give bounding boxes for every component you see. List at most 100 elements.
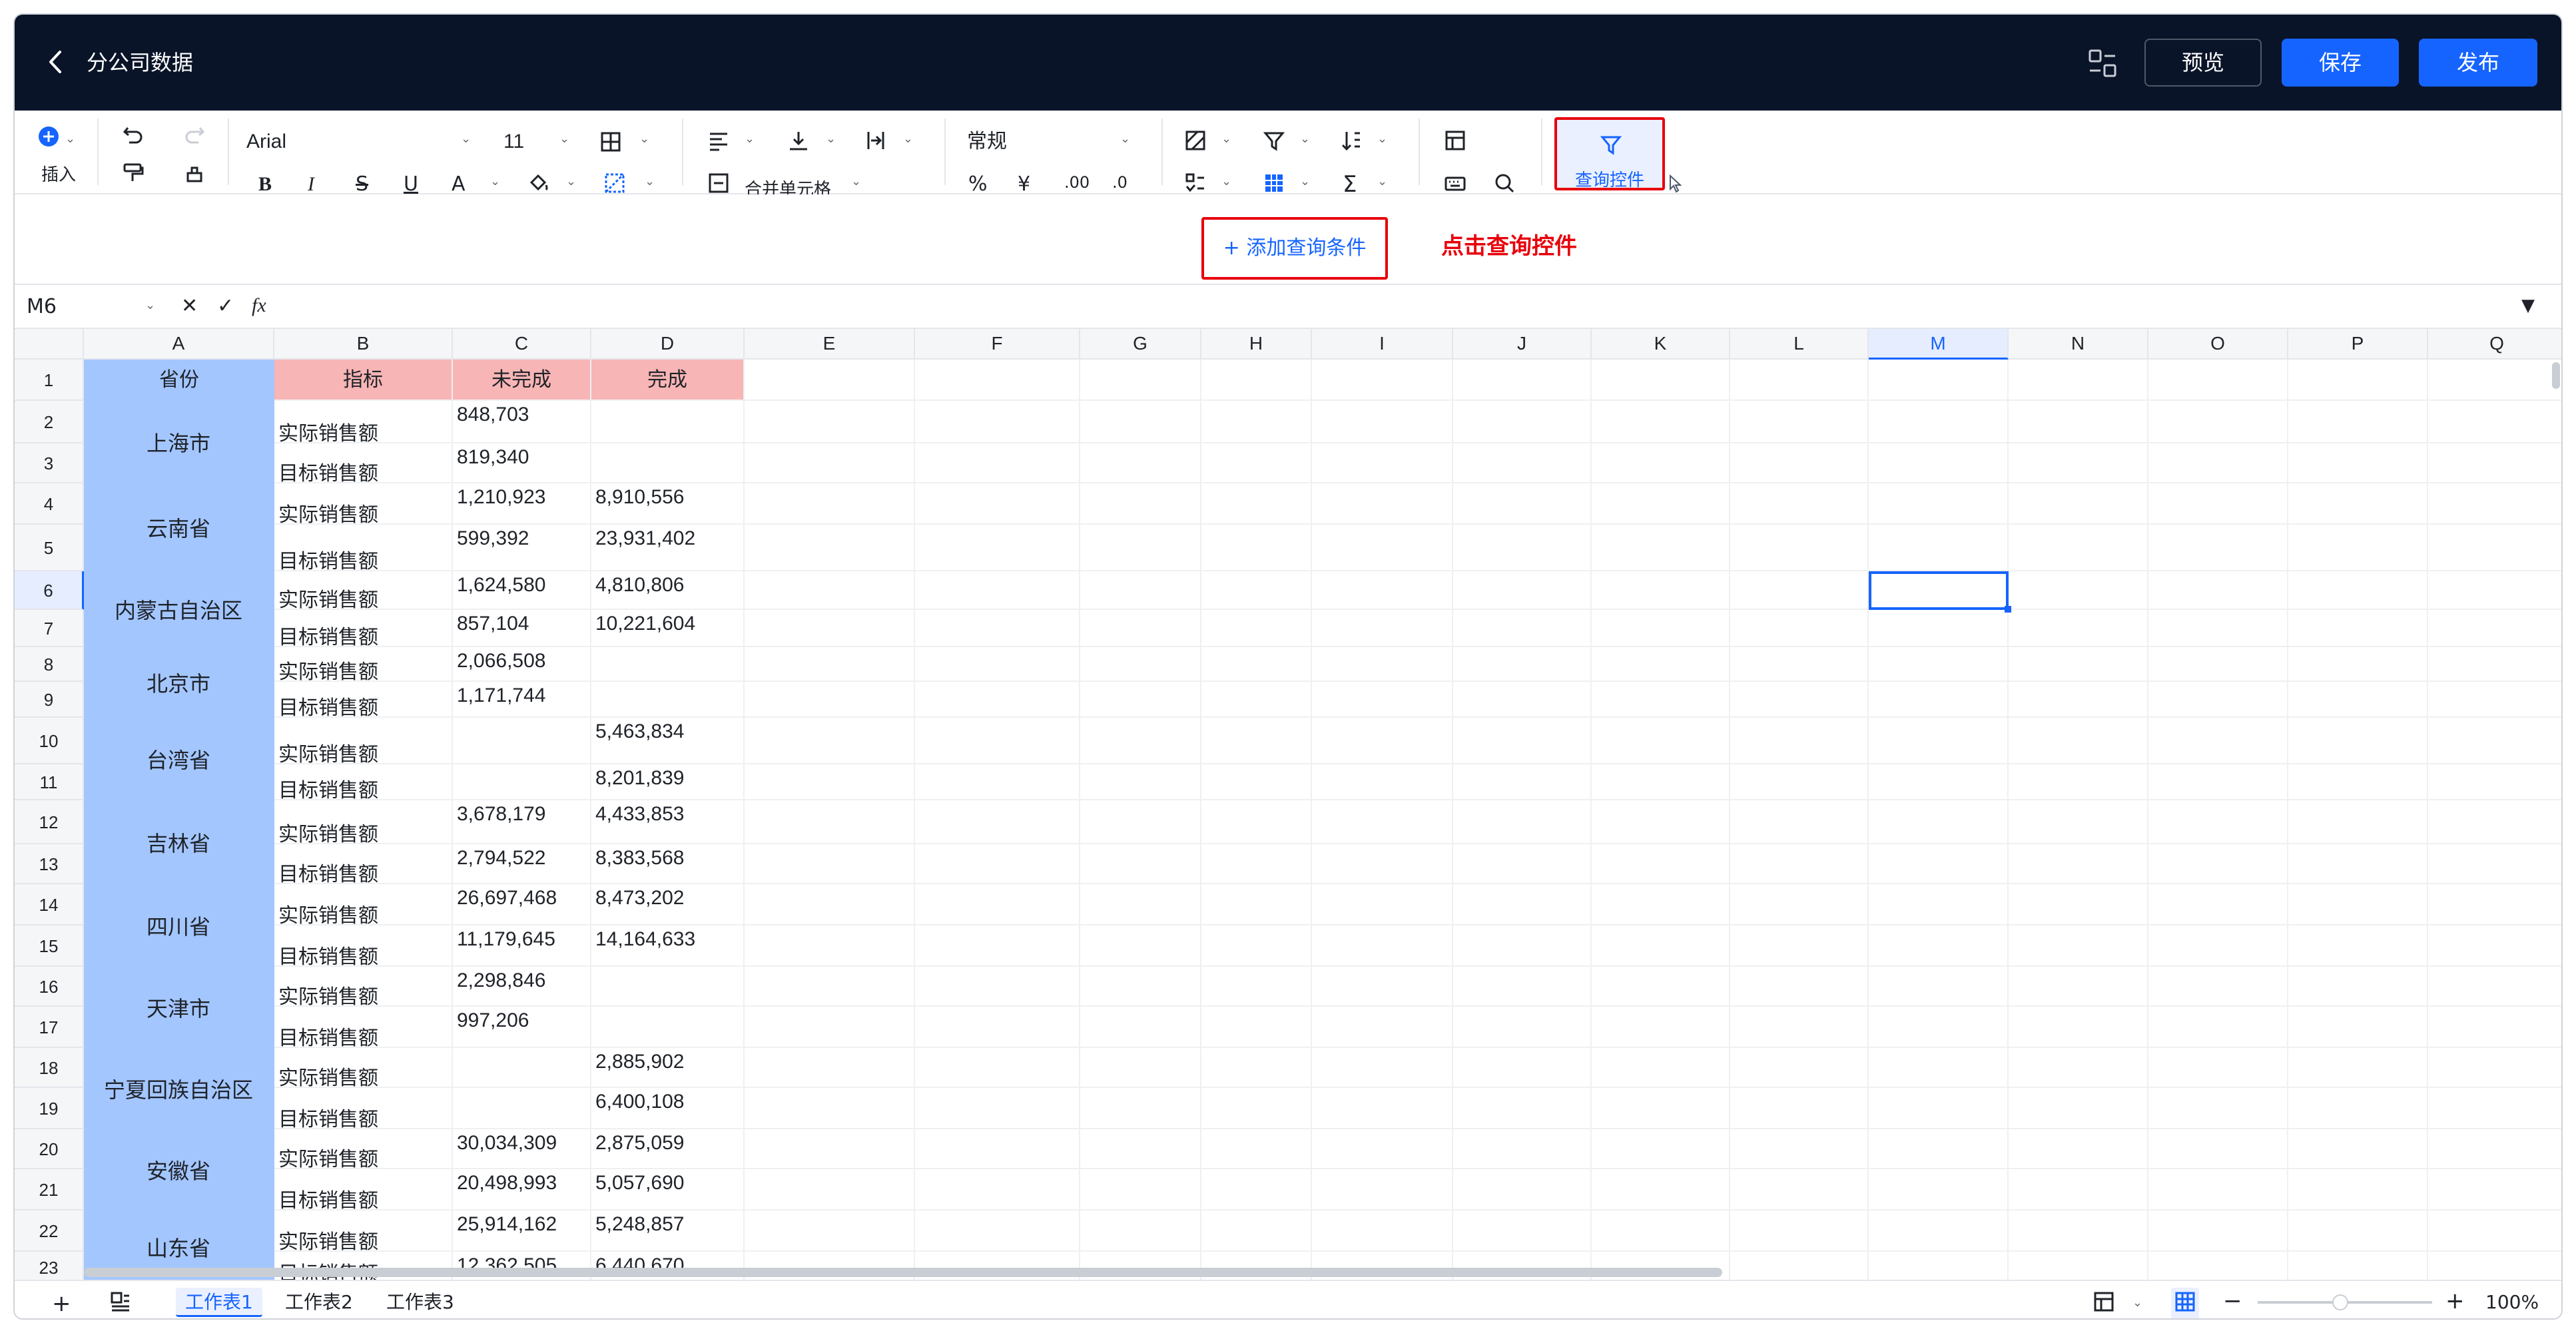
grid-cell[interactable] — [1730, 1169, 1869, 1210]
grid-cell[interactable] — [2288, 401, 2428, 443]
header-cell[interactable]: 未完成 — [453, 360, 591, 401]
grid-cell[interactable] — [1730, 844, 1869, 884]
value-cell[interactable] — [591, 1007, 745, 1048]
province-cell[interactable]: 吉林省 — [84, 800, 274, 884]
grid-cell[interactable] — [2148, 967, 2288, 1007]
grid-cell[interactable] — [915, 647, 1080, 682]
grid-cell[interactable] — [2288, 718, 2428, 764]
grid-cell[interactable] — [2288, 1169, 2428, 1210]
font-name-dropdown-icon[interactable]: ⌄ — [461, 132, 471, 146]
grid-cell[interactable] — [915, 1129, 1080, 1169]
grid-cell[interactable] — [1592, 844, 1730, 884]
metric-cell[interactable]: 目标销售额 — [274, 525, 453, 571]
column-header[interactable]: K — [1592, 329, 1730, 360]
grid-cell[interactable] — [915, 718, 1080, 764]
row-header[interactable]: 4 — [15, 483, 84, 525]
grid-cell[interactable] — [1080, 360, 1201, 401]
merge-cells-icon[interactable] — [707, 172, 730, 194]
table-style-dropdown-icon[interactable]: ⌄ — [1300, 174, 1310, 188]
horizontal-align-dropdown-icon[interactable]: ⌄ — [745, 132, 755, 146]
grid-cell[interactable] — [915, 1048, 1080, 1088]
zoom-in-icon[interactable]: + — [2445, 1288, 2465, 1314]
grid-cell[interactable] — [2009, 360, 2148, 401]
value-cell[interactable]: 1,624,580 — [453, 571, 591, 610]
grid-cell[interactable] — [1453, 884, 1592, 926]
grid-cell[interactable] — [2148, 1048, 2288, 1088]
grid-cell[interactable] — [2428, 483, 2561, 525]
grid-cell[interactable] — [2288, 1007, 2428, 1048]
grid-cell[interactable] — [1730, 926, 1869, 967]
value-cell[interactable]: 2,885,902 — [591, 1048, 745, 1088]
grid-cell[interactable] — [1592, 647, 1730, 682]
grid-cell[interactable] — [1592, 610, 1730, 647]
row-header[interactable]: 23 — [15, 1252, 84, 1280]
row-header[interactable]: 20 — [15, 1129, 84, 1169]
grid-cell[interactable] — [1080, 1048, 1201, 1088]
add-query-condition-button[interactable]: + 添加查询条件 — [1201, 217, 1388, 280]
grid-cell[interactable] — [1730, 764, 1869, 800]
bold-icon[interactable]: B — [258, 174, 272, 194]
grid-cell[interactable] — [745, 360, 915, 401]
grid-cell[interactable] — [1592, 1007, 1730, 1048]
row-header[interactable]: 14 — [15, 884, 84, 926]
grid-cell[interactable] — [2148, 443, 2288, 483]
increase-decimal-icon[interactable]: .00 — [1064, 174, 1090, 190]
layout-switch-icon[interactable] — [2086, 47, 2119, 80]
metric-cell[interactable]: 目标销售额 — [274, 610, 453, 647]
grid-cell[interactable] — [1453, 682, 1592, 718]
value-cell[interactable] — [453, 1088, 591, 1129]
value-cell[interactable]: 8,201,839 — [591, 764, 745, 800]
grid-cell[interactable] — [1869, 647, 2009, 682]
grid-cell[interactable] — [1080, 610, 1201, 647]
data-validation-icon[interactable] — [1184, 172, 1207, 194]
grid-cell[interactable] — [1730, 1048, 1869, 1088]
grid-cell[interactable] — [915, 483, 1080, 525]
grid-cell[interactable] — [2009, 610, 2148, 647]
cell-reference-box[interactable]: M6 — [20, 290, 153, 324]
grid-cell[interactable] — [1869, 844, 2009, 884]
grid-cell[interactable] — [1080, 764, 1201, 800]
value-cell[interactable]: 819,340 — [453, 443, 591, 483]
grid-cell[interactable] — [1592, 800, 1730, 844]
grid-cell[interactable] — [1080, 884, 1201, 926]
column-header[interactable]: Q — [2428, 329, 2561, 360]
grid-cell[interactable] — [1592, 1169, 1730, 1210]
grid-cell[interactable] — [2288, 360, 2428, 401]
grid-cell[interactable] — [1869, 360, 2009, 401]
grid-cell[interactable] — [1201, 1088, 1312, 1129]
metric-cell[interactable]: 目标销售额 — [274, 1169, 453, 1210]
grid-cell[interactable] — [1730, 360, 1869, 401]
grid-cell[interactable] — [1080, 483, 1201, 525]
province-cell[interactable]: 天津市 — [84, 967, 274, 1048]
border-dropdown-icon[interactable]: ⌄ — [639, 132, 649, 146]
grid-cell[interactable] — [745, 401, 915, 443]
grid-cell[interactable] — [745, 1210, 915, 1252]
grid-cell[interactable] — [2009, 401, 2148, 443]
grid-cell[interactable] — [1453, 401, 1592, 443]
grid-cell[interactable] — [1312, 1129, 1453, 1169]
grid-cell[interactable] — [1453, 1048, 1592, 1088]
grid-cell[interactable] — [2148, 1007, 2288, 1048]
clear-format-icon[interactable] — [182, 161, 206, 185]
grid-cell[interactable] — [2428, 682, 2561, 718]
grid-cell[interactable] — [2009, 844, 2148, 884]
grid-cell[interactable] — [1201, 647, 1312, 682]
grid-cell[interactable] — [2288, 967, 2428, 1007]
grid-cell[interactable] — [1080, 525, 1201, 571]
value-cell[interactable]: 2,875,059 — [591, 1129, 745, 1169]
row-header[interactable]: 12 — [15, 800, 84, 844]
grid-cell[interactable] — [1201, 967, 1312, 1007]
value-cell[interactable]: 6,400,108 — [591, 1088, 745, 1129]
grid-cell[interactable] — [1080, 967, 1201, 1007]
grid-cell[interactable] — [745, 571, 915, 610]
grid-cell[interactable] — [1312, 1007, 1453, 1048]
grid-cell[interactable] — [915, 360, 1080, 401]
grid-cell[interactable] — [1080, 571, 1201, 610]
view-mode-dropdown-icon[interactable]: ⌄ — [2132, 1296, 2142, 1310]
column-header[interactable]: A — [84, 329, 274, 360]
grid-cell[interactable] — [2288, 682, 2428, 718]
grid-cell[interactable] — [1869, 682, 2009, 718]
column-header[interactable]: B — [274, 329, 453, 360]
grid-cell[interactable] — [1201, 884, 1312, 926]
grid-cell[interactable] — [2148, 926, 2288, 967]
